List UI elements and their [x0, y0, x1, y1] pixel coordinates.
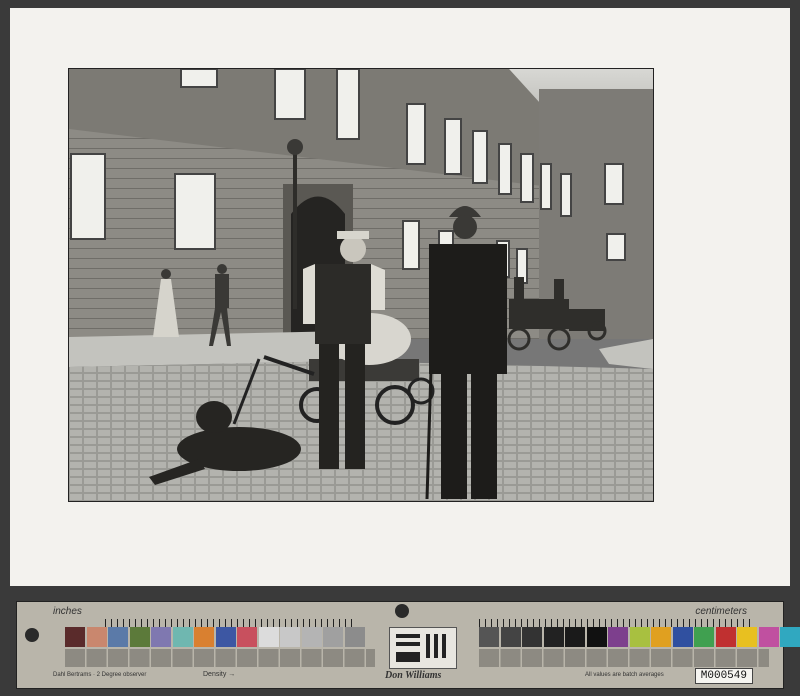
color-patch	[715, 627, 736, 647]
color-patch	[522, 627, 542, 647]
density-values-right	[479, 649, 769, 667]
color-patches-left	[65, 627, 366, 647]
color-patch	[608, 627, 628, 647]
color-patch	[237, 627, 257, 647]
color-patch	[629, 627, 650, 647]
color-patch	[651, 627, 671, 647]
color-patch	[258, 627, 279, 647]
color-patch	[780, 627, 800, 647]
color-patch	[172, 627, 193, 647]
color-checker-strip: inches centimeters Dahl Bertrams · 2 Deg…	[16, 601, 800, 689]
lamp-post	[293, 149, 297, 309]
color-patch	[280, 627, 300, 647]
density-values-left	[65, 649, 375, 667]
color-patch	[215, 627, 236, 647]
color-patch	[129, 627, 150, 647]
resolution-target	[389, 627, 457, 669]
centimeters-label: centimeters	[695, 606, 747, 617]
cm-ruler	[479, 619, 755, 627]
photograph	[68, 68, 654, 502]
mount-hole-left	[25, 628, 39, 642]
catalog-id: M000549	[694, 668, 753, 684]
inch-ruler	[105, 619, 355, 627]
maker-label: Don Williams	[385, 670, 442, 681]
color-patch	[323, 627, 343, 647]
color-patch	[500, 627, 521, 647]
lamp	[287, 139, 303, 155]
color-patch	[301, 627, 322, 647]
color-patch	[565, 627, 585, 647]
mount-hole-center	[395, 604, 409, 618]
color-patch	[543, 627, 564, 647]
color-patch	[694, 627, 714, 647]
street-scene	[69, 69, 653, 501]
color-patch	[758, 627, 779, 647]
color-patch	[737, 627, 757, 647]
color-patch	[86, 627, 107, 647]
color-patch	[479, 627, 499, 647]
density-label: Density →	[203, 671, 236, 678]
color-patch	[65, 627, 85, 647]
inches-label: inches	[53, 606, 82, 617]
photo-mount	[10, 8, 790, 586]
color-patch	[586, 627, 607, 647]
color-patch	[194, 627, 214, 647]
note-left: Dahl Bertrams · 2 Degree observer	[53, 672, 147, 678]
sidewalk	[69, 331, 349, 367]
note-right: All values are batch averages	[585, 672, 664, 678]
color-patches-right	[479, 627, 800, 647]
color-patch	[672, 627, 693, 647]
color-patch	[108, 627, 128, 647]
color-patch	[344, 627, 365, 647]
color-patch	[151, 627, 171, 647]
